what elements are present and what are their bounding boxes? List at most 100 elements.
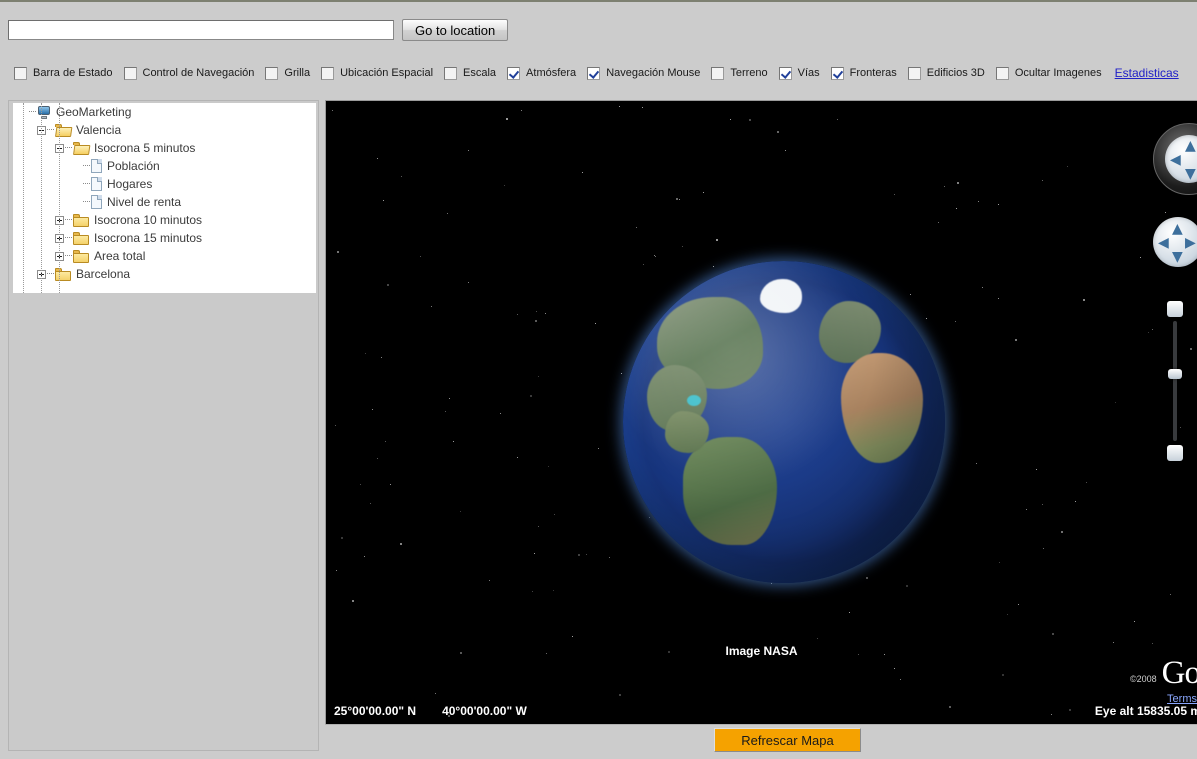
layer-option-9[interactable]: Fronteras — [830, 66, 897, 80]
star — [1060, 530, 1063, 533]
joystick-up-icon[interactable]: ▲ — [1172, 222, 1183, 236]
zoom-slider-track[interactable] — [1173, 321, 1177, 441]
checkbox-8[interactable] — [778, 66, 792, 80]
star — [978, 201, 980, 203]
pan-joystick-control[interactable]: ◀ ▶ ▲ ▼ — [1153, 217, 1197, 267]
layer-option-7[interactable]: Terreno — [711, 66, 768, 80]
zoom-slider-handle[interactable] — [1168, 369, 1182, 379]
folder-closed-icon — [55, 267, 71, 281]
star — [534, 552, 536, 554]
tree-connector — [65, 237, 72, 239]
statistics-link[interactable]: Estadisticas — [1115, 66, 1179, 80]
checkbox-3[interactable] — [321, 66, 335, 80]
checkbox-11[interactable] — [995, 66, 1009, 80]
zoom-slider[interactable] — [1167, 301, 1183, 461]
joystick-left-icon[interactable]: ◀ — [1158, 236, 1169, 250]
star — [546, 653, 548, 655]
star — [837, 119, 839, 121]
star — [848, 611, 850, 613]
star — [729, 118, 731, 120]
star — [387, 283, 390, 286]
layer-option-3[interactable]: Ubicación Espacial — [321, 66, 433, 80]
checkbox-4[interactable] — [444, 66, 458, 80]
star — [997, 298, 999, 299]
tree-node-label: Isocrona 5 minutos — [94, 141, 196, 155]
checkbox-label-4: Escala — [463, 66, 497, 79]
location-search-input[interactable] — [8, 20, 394, 40]
star — [620, 373, 622, 375]
star — [668, 650, 671, 653]
star — [370, 502, 372, 504]
star — [532, 591, 534, 593]
zoom-in-icon[interactable] — [1167, 301, 1183, 317]
star — [380, 356, 382, 358]
refresh-map-button[interactable]: Refrescar Mapa — [714, 728, 861, 752]
star — [619, 106, 621, 108]
layer-option-10[interactable]: Edificios 3D — [907, 66, 985, 80]
layer-option-6[interactable]: Navegación Mouse — [587, 66, 701, 80]
layer-option-2[interactable]: Grilla — [265, 66, 311, 80]
checkbox-label-2: Grilla — [284, 66, 311, 79]
checkbox-1[interactable] — [123, 66, 137, 80]
compass-rotate-control[interactable]: ◀ ▶ ▲ ▼ — [1153, 123, 1197, 195]
star — [597, 448, 599, 450]
tree-node-label: Isocrona 15 minutos — [94, 231, 203, 245]
checkbox-label-6: Navegación Mouse — [606, 66, 701, 79]
checkbox-0[interactable] — [14, 66, 27, 80]
pan-left-icon[interactable]: ◀ — [1170, 153, 1181, 167]
star — [363, 556, 365, 558]
layer-option-11[interactable]: Ocultar Imagenes — [995, 66, 1102, 80]
star — [538, 525, 540, 527]
star — [937, 221, 939, 223]
star — [467, 281, 469, 283]
star — [785, 149, 787, 151]
star — [1085, 482, 1087, 484]
top-toolbar: Go to location Barra de Estado Control de… — [0, 0, 1197, 94]
checkbox-7[interactable] — [711, 66, 725, 80]
checkbox-2[interactable] — [265, 66, 279, 80]
eye-altitude-value: Eye alt 15835.05 m — [1094, 704, 1197, 718]
star — [488, 580, 490, 582]
star — [676, 198, 678, 201]
go-to-location-button[interactable]: Go to location — [402, 19, 509, 41]
layer-option-5[interactable]: Atmósfera — [507, 66, 576, 80]
star — [371, 409, 373, 411]
checkbox-label-10: Edificios 3D — [926, 66, 985, 79]
star — [716, 238, 718, 241]
earth-map-viewport[interactable]: Image NASA ©2008 Goog Terms 25°00'00.00"… — [325, 100, 1197, 724]
star — [340, 536, 343, 539]
layer-option-8[interactable]: Vías — [778, 66, 820, 80]
joystick-right-icon[interactable]: ▶ — [1185, 236, 1196, 250]
star — [529, 394, 532, 397]
star — [459, 652, 462, 655]
star — [595, 323, 597, 325]
star — [884, 653, 886, 655]
star — [643, 264, 645, 266]
pan-down-icon[interactable]: ▼ — [1185, 167, 1196, 181]
star — [894, 668, 896, 670]
earth-globe[interactable] — [623, 261, 945, 583]
layer-option-0[interactable]: Barra de Estado — [14, 66, 113, 80]
star — [430, 305, 432, 307]
star — [420, 255, 422, 257]
location-search-row: Go to location — [8, 19, 509, 41]
star — [577, 554, 580, 557]
star — [1025, 509, 1027, 511]
star — [1007, 613, 1009, 615]
star — [581, 172, 583, 174]
checkbox-6[interactable] — [587, 66, 601, 80]
star — [336, 570, 337, 572]
navigation-controls: ◀ ▶ ▲ ▼ ◀ ▶ ▲ ▼ — [1153, 123, 1197, 461]
pan-up-icon[interactable]: ▲ — [1185, 139, 1196, 153]
layer-option-1[interactable]: Control de Navegación — [123, 66, 254, 80]
checkbox-10[interactable] — [907, 66, 921, 80]
star — [894, 193, 896, 195]
layer-option-4[interactable]: Escala — [444, 66, 497, 80]
checkbox-5[interactable] — [507, 66, 521, 80]
document-icon — [91, 159, 102, 173]
checkbox-9[interactable] — [830, 66, 844, 80]
star — [1050, 714, 1052, 716]
longitude-value: 40°00'00.00" W — [442, 704, 527, 718]
joystick-down-icon[interactable]: ▼ — [1172, 250, 1183, 264]
zoom-out-icon[interactable] — [1167, 445, 1183, 461]
